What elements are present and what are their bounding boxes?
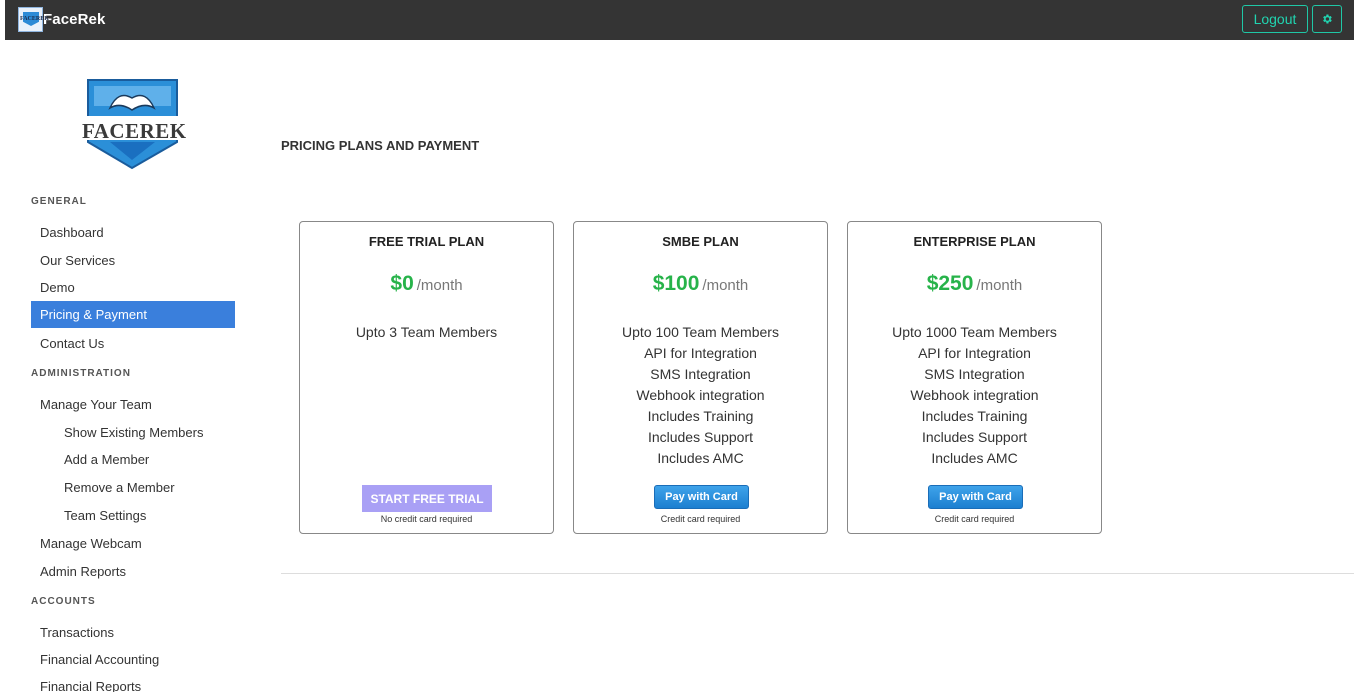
- plan-note: No credit card required: [380, 514, 473, 524]
- feature-item: Upto 3 Team Members: [355, 324, 498, 340]
- gear-icon: [1323, 14, 1332, 24]
- nav-item-show-existing-members[interactable]: Show Existing Members: [31, 419, 235, 446]
- plan-note: Credit card required: [660, 514, 741, 524]
- feature-item: Includes AMC: [657, 450, 744, 466]
- plan-note: Credit card required: [934, 514, 1015, 524]
- brand-logo-icon: FACEREK: [18, 7, 49, 32]
- nav-item-contact-us[interactable]: Contact Us: [31, 330, 235, 357]
- nav-item-pricing-payment[interactable]: Pricing & Payment: [31, 301, 235, 328]
- feature-item: Includes Training: [921, 408, 1028, 424]
- feature-item: Includes Support: [921, 429, 1028, 445]
- price-period: /month: [416, 277, 463, 294]
- plan-card-free-trial: FREE TRIAL PLAN $0/month Upto 3 Team Mem…: [299, 221, 554, 534]
- plan-price: $250/month: [848, 272, 1101, 296]
- top-navbar: FACEREK FaceRek Logout: [5, 0, 1354, 40]
- plan-price: $100/month: [574, 272, 827, 296]
- nav-item-team-settings[interactable]: Team Settings: [31, 502, 235, 529]
- feature-item: API for Integration: [644, 345, 757, 361]
- plan-title: SMBE PLAN: [662, 234, 739, 249]
- nav-item-manage-webcam[interactable]: Manage Webcam: [31, 530, 235, 557]
- nav-heading-accounts: ACCOUNTS: [31, 596, 96, 607]
- plan-features: Upto 3 Team Members: [300, 323, 553, 344]
- nav-heading-general: GENERAL: [31, 196, 87, 207]
- pay-with-card-button[interactable]: Pay with Card: [654, 485, 749, 509]
- nav-item-add-a-member[interactable]: Add a Member: [31, 446, 235, 473]
- logout-button[interactable]: Logout: [1242, 5, 1308, 33]
- feature-item: API for Integration: [918, 345, 1031, 361]
- nav-item-financial-reports[interactable]: Financial Reports: [31, 673, 235, 692]
- feature-item: SMS Integration: [650, 366, 751, 382]
- feature-item: Upto 100 Team Members: [622, 324, 779, 340]
- plan-title: FREE TRIAL PLAN: [368, 234, 485, 249]
- feature-item: SMS Integration: [924, 366, 1025, 382]
- brand-name: FaceRek: [43, 11, 106, 28]
- plan-price: $0/month: [300, 272, 553, 296]
- nav-item-financial-accounting[interactable]: Financial Accounting: [31, 646, 235, 673]
- plan-features: Upto 1000 Team Members API for Integrati…: [848, 323, 1101, 470]
- page-title: PRICING PLANS AND PAYMENT: [281, 138, 480, 153]
- price-amount: $0: [390, 272, 414, 295]
- nav-heading-administration: ADMINISTRATION: [31, 368, 131, 379]
- content-divider: [281, 573, 1354, 574]
- price-amount: $250: [926, 272, 974, 295]
- price-period: /month: [976, 277, 1023, 294]
- nav-item-remove-a-member[interactable]: Remove a Member: [31, 474, 235, 501]
- feature-item: Includes Training: [647, 408, 754, 424]
- nav-item-dashboard[interactable]: Dashboard: [31, 219, 235, 246]
- nav-item-manage-your-team[interactable]: Manage Your Team: [31, 391, 235, 418]
- feature-item: Webhook integration: [910, 387, 1039, 403]
- start-free-trial-button[interactable]: START FREE TRIAL: [362, 485, 492, 512]
- pay-with-card-button[interactable]: Pay with Card: [928, 485, 1023, 509]
- nav-item-admin-reports[interactable]: Admin Reports: [31, 558, 235, 585]
- nav-item-demo[interactable]: Demo: [31, 274, 235, 301]
- nav-item-transactions[interactable]: Transactions: [31, 619, 235, 646]
- feature-item: Upto 1000 Team Members: [892, 324, 1057, 340]
- price-amount: $100: [652, 272, 700, 295]
- nav-item-our-services[interactable]: Our Services: [31, 247, 235, 274]
- feature-item: Webhook integration: [636, 387, 765, 403]
- settings-button[interactable]: [1312, 5, 1342, 33]
- plan-card-smbe: SMBE PLAN $100/month Upto 100 Team Membe…: [573, 221, 828, 534]
- feature-item: Includes AMC: [931, 450, 1018, 466]
- logo-text: FACEREK: [82, 119, 187, 143]
- feature-item: Includes Support: [647, 429, 754, 445]
- plan-features: Upto 100 Team Members API for Integratio…: [574, 323, 827, 470]
- price-period: /month: [702, 277, 749, 294]
- plan-card-enterprise: ENTERPRISE PLAN $250/month Upto 1000 Tea…: [847, 221, 1102, 534]
- plan-title: ENTERPRISE PLAN: [913, 234, 1036, 249]
- brand[interactable]: FACEREK FaceRek: [18, 7, 105, 32]
- brand-logo-text: FACEREK: [20, 16, 49, 22]
